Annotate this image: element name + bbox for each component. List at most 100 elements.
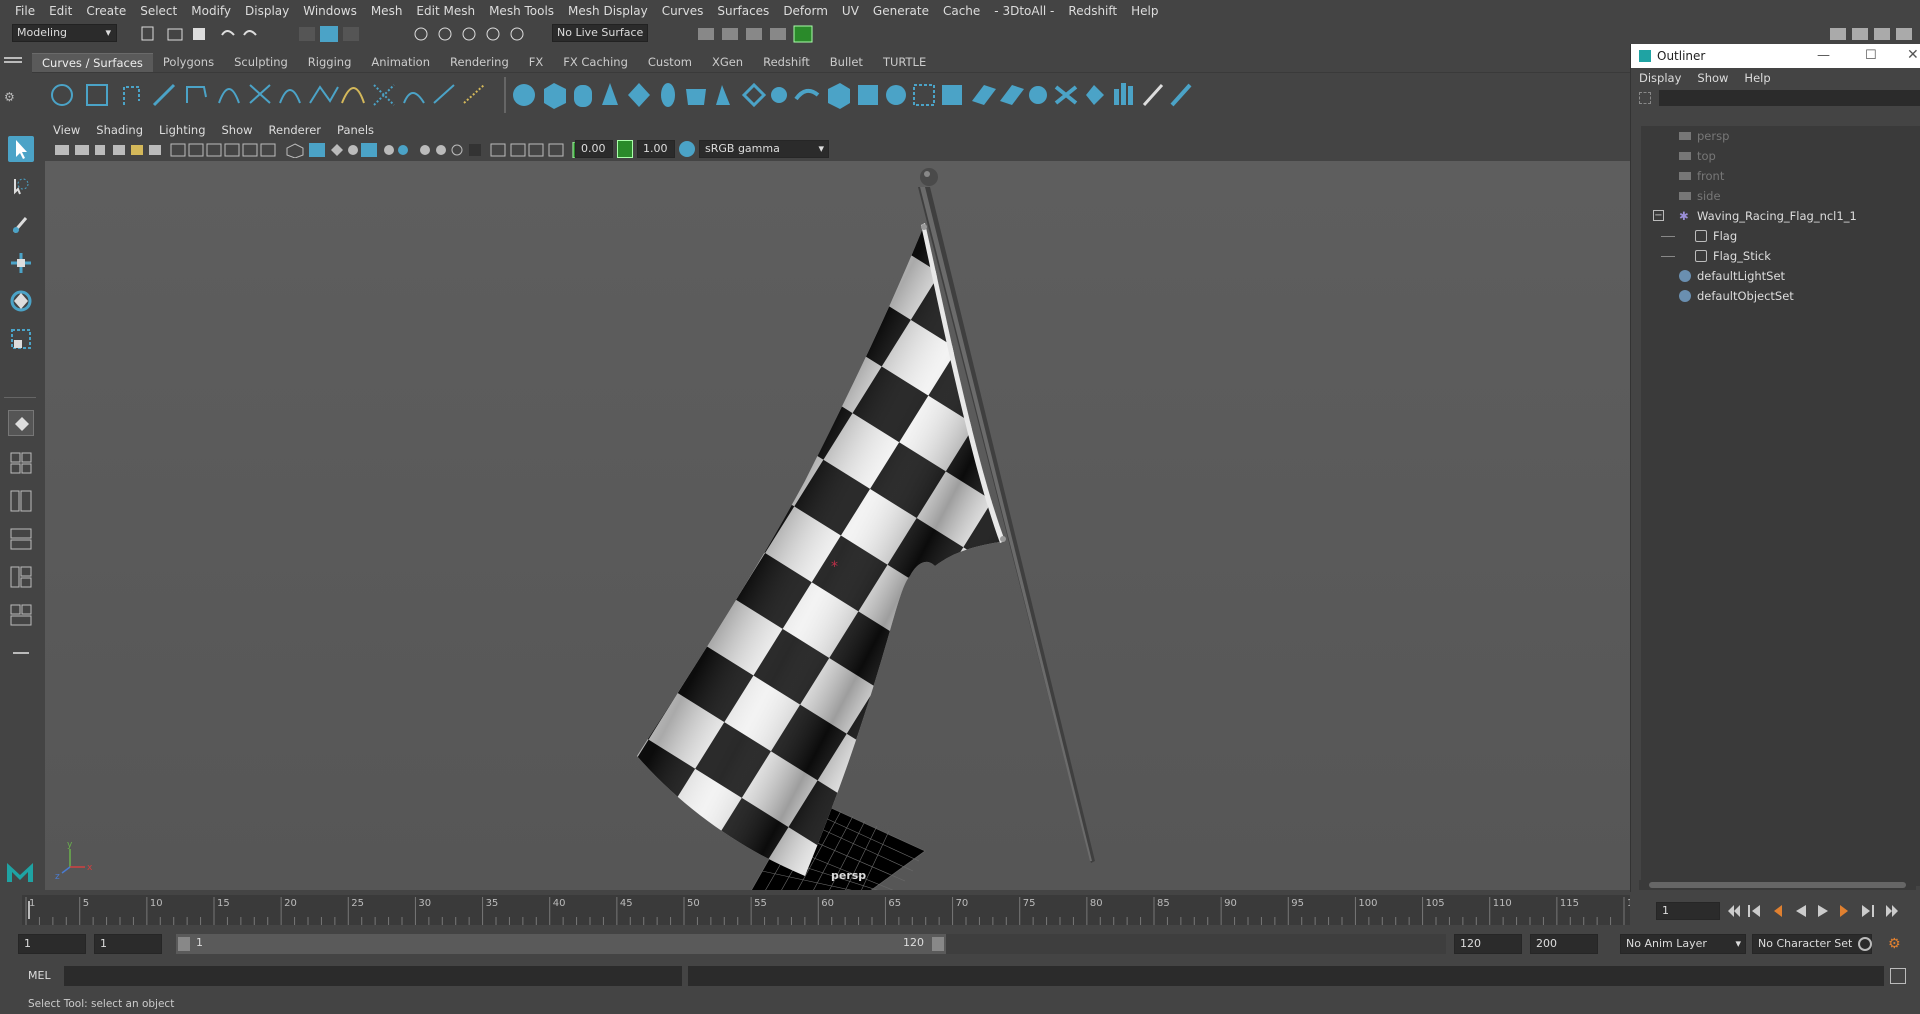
menu-modify[interactable]: Modify (184, 0, 238, 22)
end-time-field[interactable]: 200 (1530, 934, 1598, 954)
menu-help[interactable]: Help (1124, 0, 1165, 22)
shelf-tab-redshift[interactable]: Redshift (753, 53, 820, 72)
outliner-item[interactable]: top (1641, 146, 1920, 166)
panel-menu-shading[interactable]: Shading (88, 123, 151, 137)
single-perspective-layout-icon[interactable] (8, 410, 34, 436)
playback-preferences-icon[interactable]: ⚙ (1888, 936, 1901, 952)
color-management-icon[interactable] (679, 141, 695, 157)
menu-uv[interactable]: UV (835, 0, 866, 22)
outliner-item[interactable]: side (1641, 186, 1920, 206)
perspective-viewport[interactable]: * y x z persp (45, 161, 1630, 890)
playback-start-field[interactable]: 1 (94, 934, 162, 954)
shelf-tab-rigging[interactable]: Rigging (298, 53, 362, 72)
file-tools[interactable] (140, 25, 260, 43)
paint-select-tool-icon[interactable] (8, 212, 34, 238)
view-transform-dropdown[interactable]: sRGB gamma ▾ (699, 140, 829, 158)
gamma-field[interactable]: 1.00 (637, 140, 675, 158)
shelf-tab-rendering[interactable]: Rendering (440, 53, 519, 72)
shelf-tool-icons[interactable] (44, 77, 1424, 121)
outliner-item[interactable]: Flag (1641, 226, 1920, 246)
command-language-toggle[interactable]: MEL (28, 969, 51, 982)
playback-controls[interactable] (1726, 902, 1920, 920)
outliner-menu-display[interactable]: Display (1631, 71, 1689, 85)
hypershade-layout-icon[interactable] (8, 564, 34, 590)
current-frame-field[interactable]: 1 (1656, 902, 1720, 920)
menu-3dtoall[interactable]: - 3DtoAll - (987, 0, 1061, 22)
shelf-tab-polygons[interactable]: Polygons (153, 53, 224, 72)
panel-menu-view[interactable]: View (45, 123, 88, 137)
persp-graph-layout-icon[interactable] (8, 526, 34, 552)
anim-layer-dropdown[interactable]: No Anim Layer ▾ (1620, 934, 1746, 954)
menu-surfaces[interactable]: Surfaces (710, 0, 776, 22)
outliner-item[interactable]: ✱ Waving_Racing_Flag_ncl1_1 − (1641, 206, 1920, 226)
menu-curves[interactable]: Curves (655, 0, 711, 22)
shelf-tab-animation[interactable]: Animation (361, 53, 440, 72)
playback-end-field[interactable]: 120 (1454, 934, 1522, 954)
menu-display[interactable]: Display (238, 0, 296, 22)
range-start-handle[interactable] (178, 937, 190, 951)
script-editor-layout-icon[interactable] (8, 602, 34, 628)
panel-menu-lighting[interactable]: Lighting (151, 123, 213, 137)
workspace-layout-tools[interactable] (1828, 25, 1920, 43)
shelf-tab-bullet[interactable]: Bullet (820, 53, 873, 72)
menu-generate[interactable]: Generate (866, 0, 936, 22)
persp-outliner-layout-icon[interactable] (8, 488, 34, 514)
four-view-layout-icon[interactable] (8, 450, 34, 476)
shelf-menu-icon[interactable] (4, 54, 22, 68)
menu-edit-mesh[interactable]: Edit Mesh (409, 0, 482, 22)
select-tool-icon[interactable] (8, 136, 34, 162)
shelf-tab-curves-surfaces[interactable]: Curves / Surfaces (32, 53, 153, 72)
gamma-toggle-icon[interactable] (617, 140, 633, 158)
range-end-handle[interactable] (932, 937, 944, 951)
panel-menu-panels[interactable]: Panels (329, 123, 382, 137)
outliner-item[interactable]: defaultLightSet (1641, 266, 1920, 286)
shelf-tab-xgen[interactable]: XGen (702, 53, 753, 72)
character-set-dropdown[interactable]: No Character Set (1752, 934, 1872, 954)
outliner-horizontal-scrollbar[interactable] (1639, 880, 1916, 890)
snap-tools[interactable] (412, 25, 542, 43)
render-tools[interactable] (698, 25, 818, 43)
minimize-icon[interactable]: — (1817, 48, 1830, 63)
rotate-tool-icon[interactable] (8, 288, 34, 314)
shelf-tab-custom[interactable]: Custom (638, 53, 702, 72)
time-slider[interactable]: 1 5 10 15 20 25 30 35 40 45 50 55 60 65 70 75 80 85 90 95 10… (22, 895, 1630, 925)
command-input[interactable] (64, 966, 682, 986)
outliner-item[interactable]: front (1641, 166, 1920, 186)
outliner-menu-help[interactable]: Help (1736, 71, 1778, 85)
menu-windows[interactable]: Windows (296, 0, 364, 22)
range-slider[interactable]: 1 120 (176, 934, 946, 954)
shelf-tab-turtle[interactable]: TURTLE (873, 53, 936, 72)
menu-mesh-display[interactable]: Mesh Display (561, 0, 655, 22)
menu-deform[interactable]: Deform (776, 0, 835, 22)
start-time-field[interactable]: 1 (18, 934, 86, 954)
outliner-search-input[interactable] (1659, 90, 1920, 106)
outliner-menu-show[interactable]: Show (1689, 71, 1736, 85)
filter-icon[interactable] (1639, 92, 1651, 104)
outliner-item[interactable]: defaultObjectSet (1641, 286, 1920, 306)
auto-key-icon[interactable] (1858, 937, 1872, 951)
exposure-field[interactable]: 0.00 (575, 140, 613, 158)
panel-menu-renderer[interactable]: Renderer (261, 123, 330, 137)
live-surface-field[interactable]: No Live Surface (552, 24, 648, 42)
menu-file[interactable]: File (8, 0, 42, 22)
workspace-dropdown[interactable]: Modeling ▾ (12, 24, 117, 42)
menu-cache[interactable]: Cache (936, 0, 987, 22)
scale-tool-icon[interactable] (8, 326, 34, 352)
custom-layout-icon[interactable] (8, 640, 34, 666)
close-icon[interactable]: ✕ (1907, 47, 1919, 63)
menu-create[interactable]: Create (79, 0, 133, 22)
menu-select[interactable]: Select (133, 0, 184, 22)
shelf-tab-fx[interactable]: FX (519, 53, 554, 72)
current-time-marker[interactable] (28, 901, 30, 919)
shelf-tab-fx-caching[interactable]: FX Caching (553, 53, 638, 72)
menu-redshift[interactable]: Redshift (1061, 0, 1124, 22)
outliner-item[interactable]: persp (1641, 126, 1920, 146)
menu-edit[interactable]: Edit (42, 0, 79, 22)
menu-mesh-tools[interactable]: Mesh Tools (482, 0, 561, 22)
script-editor-icon[interactable] (1890, 968, 1906, 984)
move-tool-icon[interactable] (8, 250, 34, 276)
shelf-tab-sculpting[interactable]: Sculpting (224, 53, 298, 72)
lasso-tool-icon[interactable] (8, 174, 34, 200)
selection-mask-tools[interactable] (298, 25, 368, 43)
outliner-item[interactable]: Flag_Stick (1641, 246, 1920, 266)
